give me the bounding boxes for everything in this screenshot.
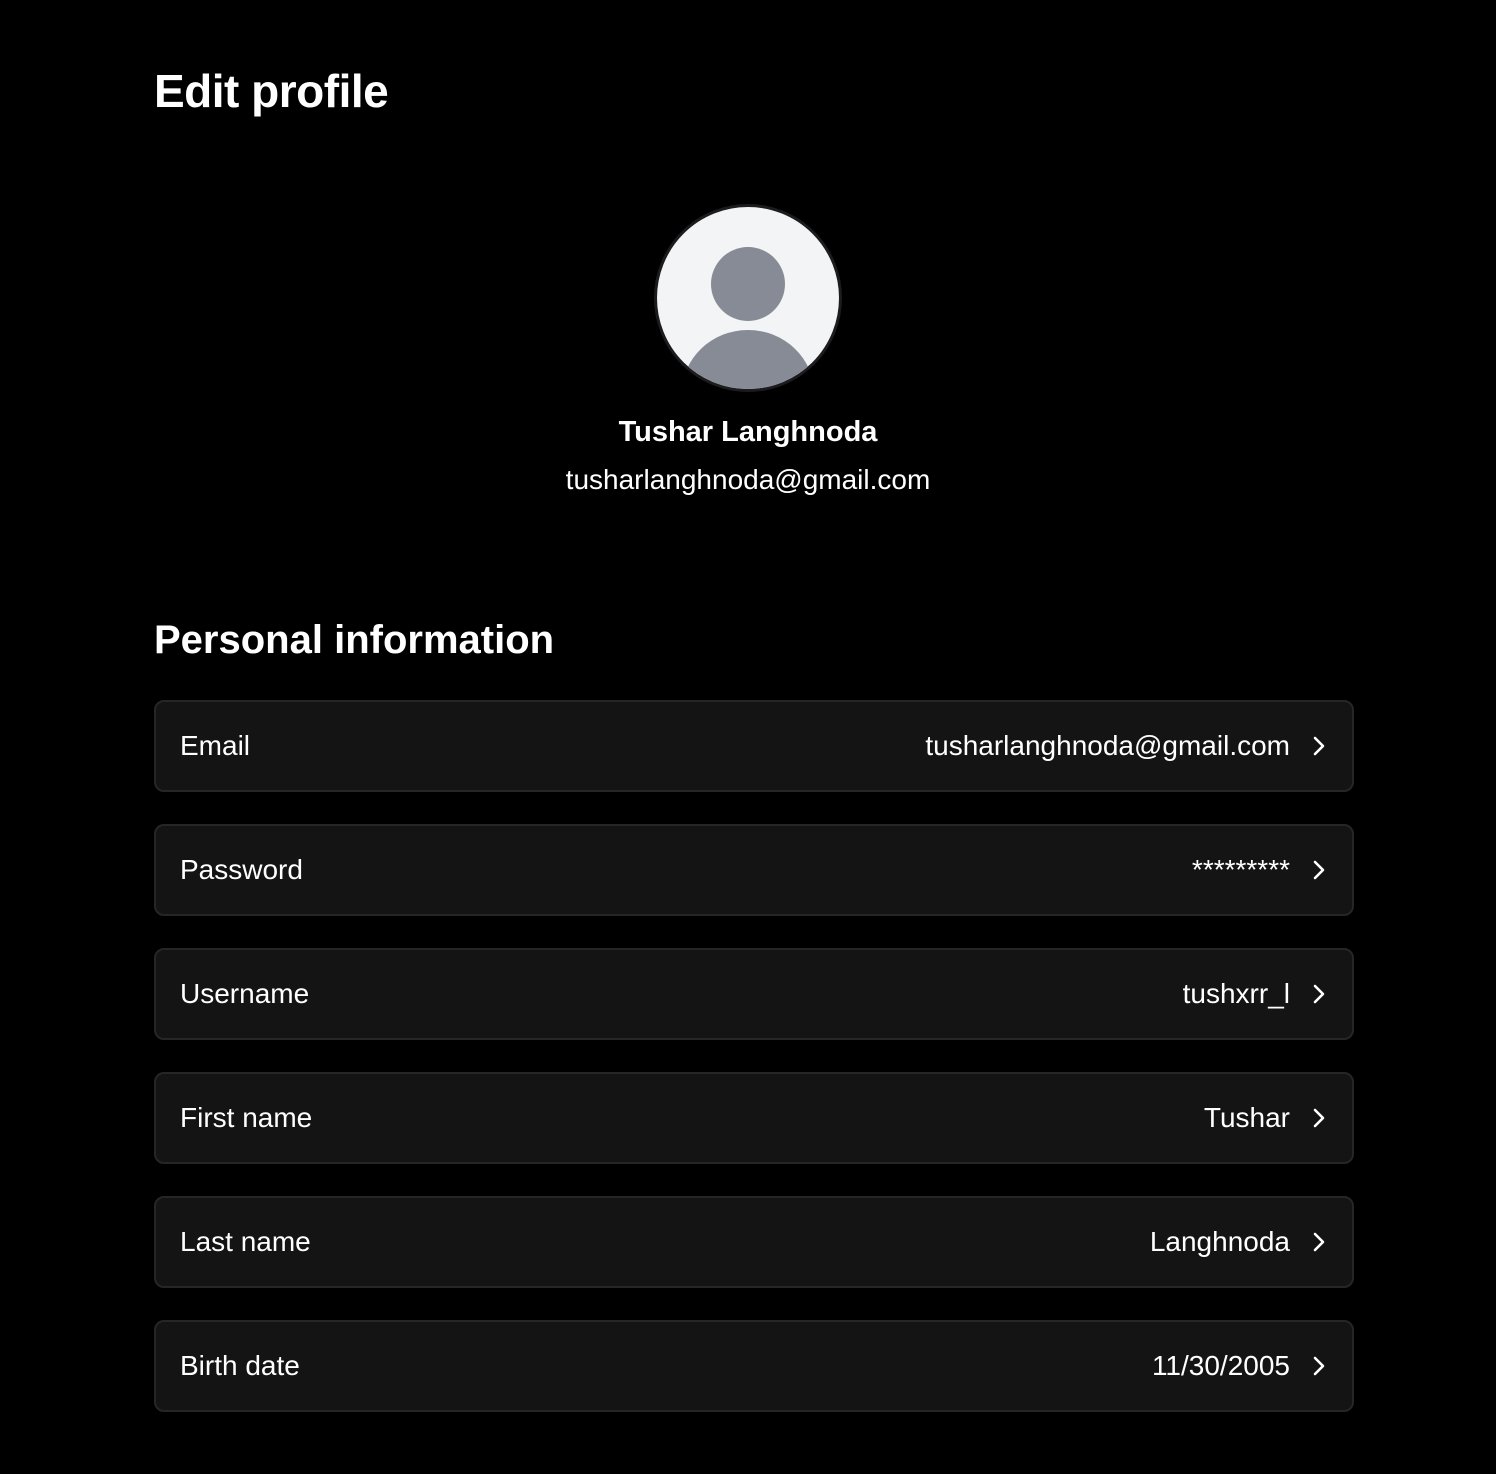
chevron-right-icon (1308, 983, 1330, 1005)
last-name-row[interactable]: Last name Langhnoda (154, 1196, 1354, 1288)
profile-header: Tushar Langhnoda tusharlanghnoda@gmail.c… (0, 204, 1496, 500)
password-row[interactable]: Password ********* (154, 824, 1354, 916)
username-row[interactable]: Username tushxrr_l (154, 948, 1354, 1040)
row-label: Password (180, 854, 303, 885)
chevron-right-icon (1308, 1107, 1330, 1129)
row-value: tushxrr_l (1182, 978, 1290, 1009)
chevron-right-icon (1308, 1231, 1330, 1253)
row-value: Langhnoda (1149, 1226, 1290, 1257)
row-label: Email (180, 730, 251, 761)
profile-name: Tushar Langhnoda (618, 416, 878, 448)
row-label: Username (180, 978, 310, 1009)
row-value: ********* (1191, 854, 1290, 885)
chevron-right-icon (1308, 1355, 1330, 1377)
row-label: Birth date (180, 1350, 300, 1381)
section-title-personal-information: Personal information (154, 618, 555, 662)
chevron-right-icon (1308, 859, 1330, 881)
personal-info-list: Email tusharlanghnoda@gmail.com Password… (154, 700, 1354, 1444)
row-label: First name (180, 1102, 313, 1133)
page-title: Edit profile (154, 65, 389, 117)
row-value: Tushar (1203, 1102, 1290, 1133)
row-value: tusharlanghnoda@gmail.com (925, 730, 1290, 761)
avatar[interactable] (654, 204, 842, 392)
chevron-right-icon (1308, 735, 1330, 757)
birth-date-row[interactable]: Birth date 11/30/2005 (154, 1320, 1354, 1412)
row-value: 11/30/2005 (1151, 1350, 1290, 1381)
profile-email: tusharlanghnoda@gmail.com (565, 464, 931, 495)
email-row[interactable]: Email tusharlanghnoda@gmail.com (154, 700, 1354, 792)
row-label: Last name (180, 1226, 311, 1257)
first-name-row[interactable]: First name Tushar (154, 1072, 1354, 1164)
user-avatar-icon (682, 247, 814, 389)
